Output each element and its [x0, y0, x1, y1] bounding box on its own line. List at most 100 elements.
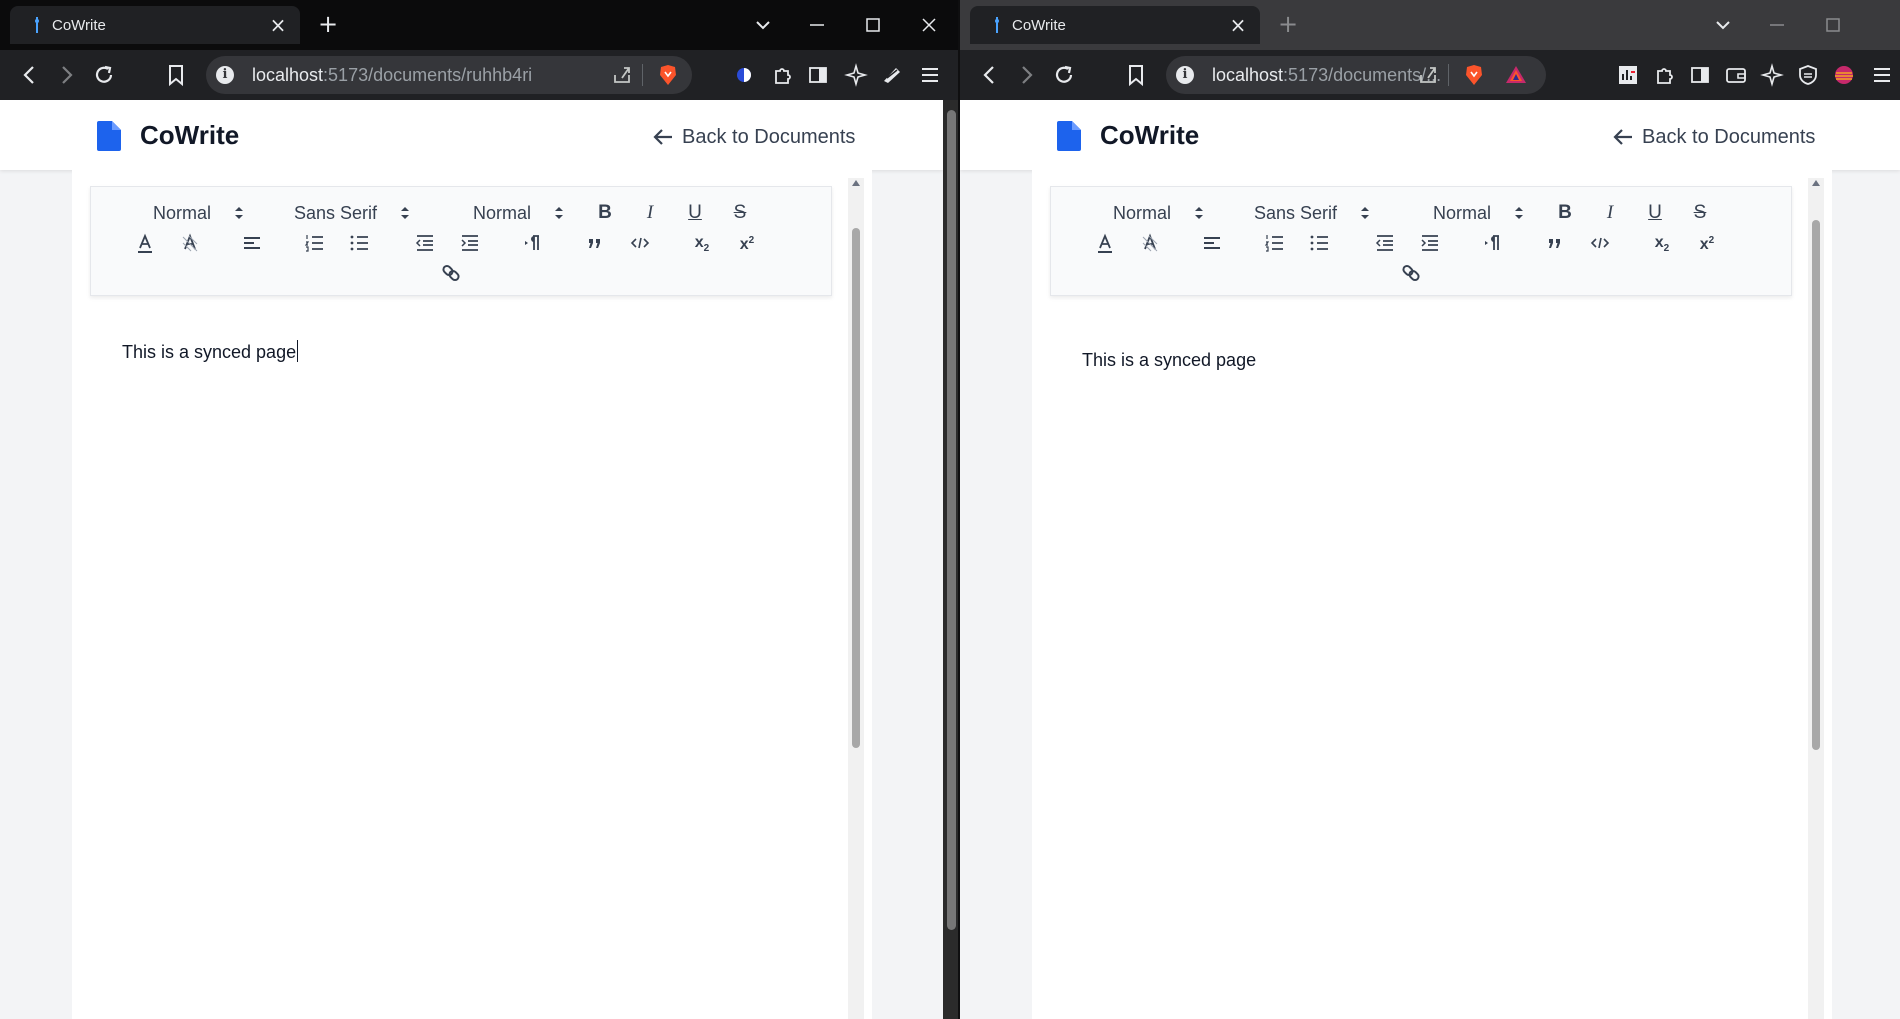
- brand-title[interactable]: CoWrite: [140, 120, 239, 151]
- minimize-icon[interactable]: [804, 12, 830, 38]
- plus-icon[interactable]: +: [316, 12, 340, 37]
- header-picker[interactable]: Normal: [125, 201, 245, 225]
- size-picker[interactable]: Normal: [1397, 201, 1525, 225]
- brave-shield-icon[interactable]: [1462, 63, 1486, 87]
- superscript-icon[interactable]: x2: [733, 227, 761, 255]
- brave-rewards-icon[interactable]: [1504, 63, 1528, 87]
- document-scrollbar[interactable]: [848, 178, 864, 1019]
- address-bar[interactable]: i localhost:5173/documents/ruhhb4ri: [206, 56, 692, 94]
- page-scrollbar-thumb[interactable]: [947, 110, 956, 930]
- sidebar-icon[interactable]: [806, 63, 830, 87]
- share-icon[interactable]: [610, 63, 634, 87]
- info-icon[interactable]: i: [1176, 66, 1194, 84]
- colorful-extension-icon[interactable]: [1832, 63, 1856, 87]
- font-picker[interactable]: Sans Serif: [277, 201, 411, 225]
- tab-strip: CoWrite × +: [960, 0, 1900, 50]
- code-block-icon[interactable]: [1586, 229, 1614, 257]
- text-color-icon[interactable]: [131, 229, 159, 257]
- scrollbar-thumb[interactable]: [852, 228, 860, 748]
- blockquote-icon[interactable]: [581, 229, 609, 257]
- back-link-label: Back to Documents: [682, 126, 856, 148]
- window-close-icon[interactable]: [916, 12, 942, 38]
- document-scrollbar[interactable]: [1808, 178, 1824, 1019]
- back-to-documents-link[interactable]: Back to Documents: [652, 124, 902, 150]
- text-direction-icon[interactable]: [1479, 229, 1507, 257]
- header-picker[interactable]: Normal: [1085, 201, 1205, 225]
- reload-icon[interactable]: [1050, 61, 1078, 89]
- background-color-icon[interactable]: [176, 229, 204, 257]
- size-picker[interactable]: Normal: [437, 201, 565, 225]
- brand-title[interactable]: CoWrite: [1100, 120, 1199, 151]
- ordered-list-icon[interactable]: [1261, 229, 1289, 257]
- chevron-down-icon[interactable]: [750, 12, 776, 38]
- maximize-icon[interactable]: [860, 12, 886, 38]
- bullet-list-icon[interactable]: [1306, 229, 1334, 257]
- ordered-list-icon[interactable]: [301, 229, 329, 257]
- forward-arrow-icon[interactable]: [52, 61, 80, 89]
- chart-extension-icon[interactable]: [1616, 63, 1640, 87]
- align-icon[interactable]: [238, 229, 266, 257]
- menu-icon[interactable]: [918, 63, 942, 87]
- link-icon[interactable]: [437, 259, 465, 287]
- indent-icon[interactable]: [456, 229, 484, 257]
- address-bar[interactable]: i localhost:5173/documents/...: [1166, 56, 1546, 94]
- plus-icon[interactable]: +: [1276, 12, 1300, 37]
- brave-shield-icon[interactable]: [656, 63, 680, 87]
- outdent-icon[interactable]: [1371, 229, 1399, 257]
- outdent-icon[interactable]: [411, 229, 439, 257]
- italic-button[interactable]: I: [1596, 199, 1624, 227]
- minimize-icon[interactable]: [1764, 12, 1790, 38]
- extensions-icon[interactable]: [770, 63, 794, 87]
- bookmark-icon[interactable]: [162, 61, 190, 89]
- editor-content[interactable]: This is a synced page: [1050, 314, 1792, 1019]
- wallet-icon[interactable]: [1724, 63, 1748, 87]
- font-picker[interactable]: Sans Serif: [1237, 201, 1371, 225]
- italic-button[interactable]: I: [636, 199, 664, 227]
- reload-icon[interactable]: [90, 61, 118, 89]
- info-icon[interactable]: i: [216, 66, 234, 84]
- text-color-icon[interactable]: [1091, 229, 1119, 257]
- tab-cowrite[interactable]: CoWrite ×: [10, 6, 300, 44]
- scroll-up-icon[interactable]: [851, 178, 861, 188]
- text-direction-icon[interactable]: [519, 229, 547, 257]
- back-to-documents-link[interactable]: Back to Documents: [1612, 124, 1862, 150]
- bold-button[interactable]: B: [591, 199, 619, 227]
- blockquote-icon[interactable]: [1541, 229, 1569, 257]
- editor-content[interactable]: This is a synced page: [90, 304, 832, 1019]
- strike-button[interactable]: S: [1686, 199, 1714, 227]
- background-color-icon[interactable]: [1136, 229, 1164, 257]
- underline-button[interactable]: U: [1641, 199, 1669, 227]
- strike-button[interactable]: S: [726, 199, 754, 227]
- menu-icon[interactable]: [1870, 63, 1894, 87]
- indent-icon[interactable]: [1416, 229, 1444, 257]
- bullet-list-icon[interactable]: [346, 229, 374, 257]
- extensions-icon[interactable]: [1652, 63, 1676, 87]
- bold-button[interactable]: B: [1551, 199, 1579, 227]
- sidebar-icon[interactable]: [1688, 63, 1712, 87]
- align-icon[interactable]: [1198, 229, 1226, 257]
- close-icon[interactable]: ×: [1228, 15, 1248, 35]
- leo-icon[interactable]: [844, 63, 868, 87]
- bookmark-icon[interactable]: [1122, 61, 1150, 89]
- subscript-icon[interactable]: x2: [1648, 229, 1676, 257]
- back-arrow-icon[interactable]: [16, 61, 44, 89]
- contrast-extension-icon[interactable]: [732, 63, 756, 87]
- code-block-icon[interactable]: [626, 229, 654, 257]
- scroll-up-icon[interactable]: [1811, 178, 1821, 188]
- superscript-icon[interactable]: x2: [1693, 227, 1721, 255]
- underline-button[interactable]: U: [681, 199, 709, 227]
- chevron-down-icon[interactable]: [1710, 12, 1736, 38]
- link-icon[interactable]: [1397, 259, 1425, 287]
- close-icon[interactable]: ×: [268, 15, 288, 35]
- maximize-icon[interactable]: [1820, 12, 1846, 38]
- back-arrow-icon[interactable]: [976, 61, 1004, 89]
- forward-arrow-icon[interactable]: [1012, 61, 1040, 89]
- subscript-icon[interactable]: x2: [688, 229, 716, 257]
- vpn-extension-icon[interactable]: [880, 63, 904, 87]
- vpn-shield-icon[interactable]: [1796, 63, 1820, 87]
- tab-cowrite[interactable]: CoWrite ×: [970, 6, 1260, 44]
- leo-icon[interactable]: [1760, 63, 1784, 87]
- picker-caret-icon: [555, 207, 563, 219]
- scrollbar-thumb[interactable]: [1812, 220, 1820, 750]
- share-icon[interactable]: [1416, 63, 1440, 87]
